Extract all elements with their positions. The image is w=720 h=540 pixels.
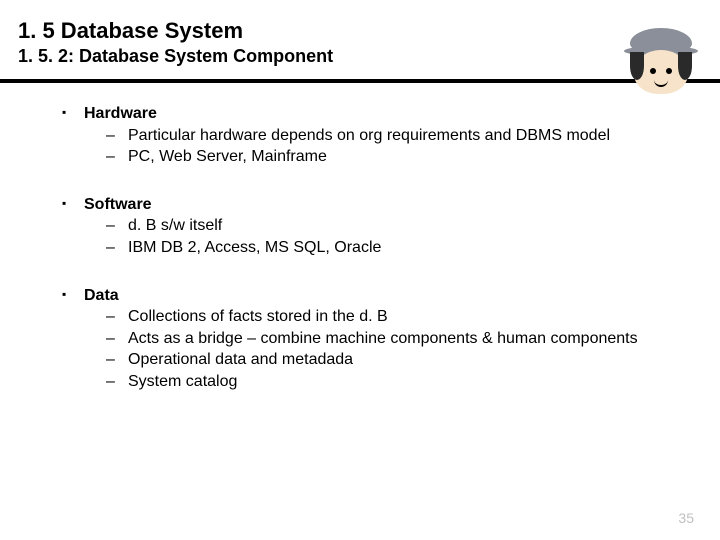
- list-item: Operational data and metadada: [84, 349, 692, 371]
- mascot-illustration: [624, 28, 698, 98]
- list-item: Acts as a bridge – combine machine compo…: [84, 328, 692, 350]
- section-heading: Software: [62, 194, 692, 216]
- list-item: d. B s/w itself: [84, 215, 692, 237]
- content-area: Hardware Particular hardware depends on …: [0, 83, 720, 393]
- section-heading: Data: [62, 285, 692, 307]
- list-item: IBM DB 2, Access, MS SQL, Oracle: [84, 237, 692, 259]
- section-hardware: Hardware Particular hardware depends on …: [62, 103, 692, 168]
- list-item: System catalog: [84, 371, 692, 393]
- page-title: 1. 5 Database System: [18, 18, 702, 44]
- list-item: Collections of facts stored in the d. B: [84, 306, 692, 328]
- section-software: Software d. B s/w itself IBM DB 2, Acces…: [62, 194, 692, 259]
- list-item: Particular hardware depends on org requi…: [84, 125, 692, 147]
- page-number: 35: [678, 510, 694, 526]
- heading-block: 1. 5 Database System 1. 5. 2: Database S…: [0, 0, 720, 73]
- section-heading: Hardware: [62, 103, 692, 125]
- section-data: Data Collections of facts stored in the …: [62, 285, 692, 393]
- list-item: PC, Web Server, Mainframe: [84, 146, 692, 168]
- page-subtitle: 1. 5. 2: Database System Component: [18, 46, 702, 67]
